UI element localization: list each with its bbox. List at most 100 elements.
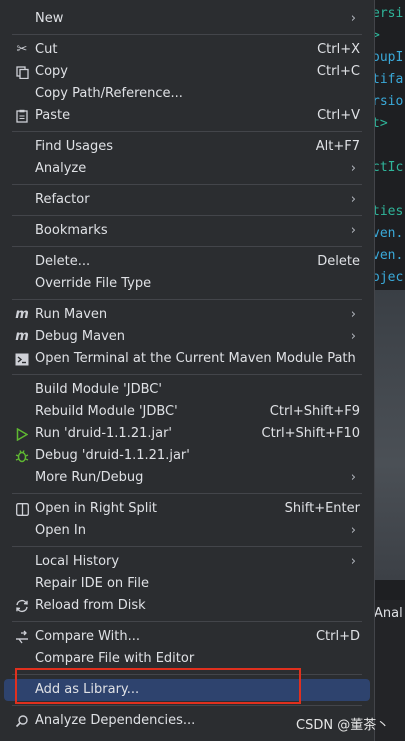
play-icon — [14, 426, 30, 442]
shortcut-label: Ctrl+C — [316, 64, 360, 79]
menu-item-label: Paste — [35, 108, 71, 123]
menu-item-label: Analyze Dependencies... — [35, 713, 196, 728]
code-line: rsio — [372, 94, 404, 109]
menu-item-label: Copy Path/Reference... — [35, 86, 183, 101]
code-line: oupI — [372, 50, 404, 65]
background-image — [372, 290, 405, 580]
menu-item-compare-file-editor[interactable]: Compare File with Editor — [4, 648, 370, 670]
menu-item-run-maven[interactable]: m Run Maven › — [4, 304, 370, 326]
background-editor: ersi > oupI tifa rsio t> ctIc ties ven. … — [372, 0, 405, 741]
menu-item-label: Repair IDE on File — [35, 576, 150, 591]
menu-item-label: Delete... — [35, 254, 91, 269]
chevron-right-icon: › — [350, 470, 356, 485]
menu-item-delete[interactable]: Delete... Delete — [4, 251, 370, 273]
menu-item-analyze[interactable]: Analyze › — [4, 158, 370, 180]
menu-item-label: Debug 'druid-1.1.21.jar' — [35, 448, 190, 463]
menu-item-label: Run 'druid-1.1.21.jar' — [35, 426, 173, 441]
separator — [12, 184, 362, 185]
menu-item-debug[interactable]: Debug 'druid-1.1.21.jar' — [4, 445, 370, 467]
menu-item-label: Cut — [35, 42, 58, 57]
menu-item-paste[interactable]: Paste Ctrl+V — [4, 105, 370, 127]
context-menu: New › ✂ Cut Ctrl+X Copy Ctrl+C Copy Path… — [0, 0, 375, 741]
menu-item-label: Open In — [35, 523, 86, 538]
analyze-tab[interactable]: Anal — [374, 606, 403, 621]
menu-item-open-right-split[interactable]: Open in Right Split Shift+Enter — [4, 498, 370, 520]
menu-item-rebuild-module[interactable]: Rebuild Module 'JDBC' Ctrl+Shift+F9 — [4, 401, 370, 423]
menu-item-local-history[interactable]: Local History › — [4, 551, 370, 573]
menu-item-label: Compare File with Editor — [35, 651, 195, 666]
separator — [12, 493, 362, 494]
separator — [12, 705, 362, 706]
menu-item-find-usages[interactable]: Find Usages Alt+F7 — [4, 136, 370, 158]
maven-icon: m — [15, 329, 29, 344]
separator — [12, 299, 362, 300]
menu-item-label: Compare With... — [35, 629, 141, 644]
code-line: ties — [372, 204, 404, 219]
menu-item-open-in[interactable]: Open In › — [4, 520, 370, 542]
menu-item-refactor[interactable]: Refactor › — [4, 189, 370, 211]
shortcut-label: Delete — [317, 254, 360, 269]
menu-item-label: Local History — [35, 554, 120, 569]
shortcut-label: Alt+F7 — [315, 139, 360, 154]
menu-item-label: Open in Right Split — [35, 501, 158, 516]
separator — [12, 215, 362, 216]
menu-item-label: Refactor — [35, 192, 90, 207]
menu-item-debug-maven[interactable]: m Debug Maven › — [4, 326, 370, 348]
menu-item-compare-with[interactable]: Compare With... Ctrl+D — [4, 626, 370, 648]
separator — [12, 34, 362, 35]
chevron-right-icon: › — [350, 523, 356, 538]
refresh-icon — [14, 598, 30, 614]
chevron-right-icon: › — [350, 161, 356, 176]
clipboard-icon — [14, 108, 30, 124]
menu-item-label: Copy — [35, 64, 68, 79]
shortcut-label: Ctrl+Shift+F9 — [269, 404, 360, 419]
chevron-right-icon: › — [350, 11, 356, 26]
menu-item-label: Open Terminal at the Current Maven Modul… — [35, 351, 356, 366]
chevron-right-icon: › — [350, 223, 356, 238]
menu-item-label: Find Usages — [35, 139, 114, 154]
menu-item-override-file-type[interactable]: Override File Type — [4, 273, 370, 295]
code-line: ven. — [372, 226, 404, 241]
shortcut-label: Ctrl+X — [317, 42, 360, 57]
menu-item-run[interactable]: Run 'druid-1.1.21.jar' Ctrl+Shift+F10 — [4, 423, 370, 445]
menu-item-label: Analyze — [35, 161, 87, 176]
menu-item-open-terminal[interactable]: Open Terminal at the Current Maven Modul… — [4, 348, 370, 370]
menu-item-copy-path[interactable]: Copy Path/Reference... — [4, 83, 370, 105]
menu-item-copy[interactable]: Copy Ctrl+C — [4, 61, 370, 83]
menu-item-repair-ide[interactable]: Repair IDE on File — [4, 573, 370, 595]
menu-item-label: Build Module 'JDBC' — [35, 382, 162, 397]
menu-item-label: More Run/Debug — [35, 470, 144, 485]
shortcut-label: Ctrl+D — [315, 629, 360, 644]
menu-item-label: Override File Type — [35, 276, 152, 291]
analyze-icon — [14, 713, 30, 729]
chevron-right-icon: › — [350, 192, 356, 207]
code-line: ven. — [372, 248, 404, 263]
scissors-icon: ✂ — [16, 42, 28, 57]
menu-item-label: Debug Maven — [35, 329, 125, 344]
menu-item-new[interactable]: New › — [4, 8, 370, 30]
code-line: tifa — [372, 72, 404, 87]
menu-item-label: New — [35, 11, 64, 26]
split-icon — [14, 501, 30, 517]
shortcut-label: Ctrl+V — [317, 108, 360, 123]
annotation-highlight-box — [15, 668, 301, 704]
separator — [12, 246, 362, 247]
shortcut-label: Shift+Enter — [284, 501, 360, 516]
terminal-icon — [14, 351, 30, 367]
watermark: CSDN @董茶丶 — [296, 718, 390, 733]
menu-item-more-run-debug[interactable]: More Run/Debug › — [4, 467, 370, 489]
menu-item-bookmarks[interactable]: Bookmarks › — [4, 220, 370, 242]
menu-item-cut[interactable]: ✂ Cut Ctrl+X — [4, 39, 370, 61]
menu-item-reload-from-disk[interactable]: Reload from Disk — [4, 595, 370, 617]
menu-item-build-module[interactable]: Build Module 'JDBC' — [4, 379, 370, 401]
copy-icon — [14, 64, 30, 80]
maven-icon: m — [15, 307, 29, 322]
menu-item-label: Reload from Disk — [35, 598, 146, 613]
menu-item-label: Rebuild Module 'JDBC' — [35, 404, 178, 419]
menu-item-label: Run Maven — [35, 307, 108, 322]
menu-item-label: Bookmarks — [35, 223, 108, 238]
chevron-right-icon: › — [350, 554, 356, 569]
separator — [12, 546, 362, 547]
shortcut-label: Ctrl+Shift+F10 — [261, 426, 360, 441]
bug-icon — [14, 448, 30, 464]
